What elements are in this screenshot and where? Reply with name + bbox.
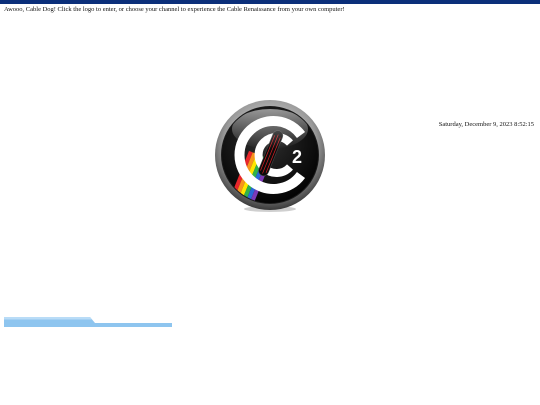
top-header-bar <box>0 0 540 4</box>
c2-cable-logo-icon: 2 <box>215 100 325 212</box>
welcome-message: Awooo, Cable Dog! Click the logo to ente… <box>4 6 345 13</box>
logo-mark-text: 2 <box>292 147 302 167</box>
channel-selector-tab[interactable] <box>4 317 172 327</box>
date-time-clock: Saturday, December 9, 2023 8:52:15 <box>438 121 534 128</box>
enter-logo-button[interactable]: 2 <box>213 99 327 215</box>
channel-tab-icon <box>4 317 172 327</box>
